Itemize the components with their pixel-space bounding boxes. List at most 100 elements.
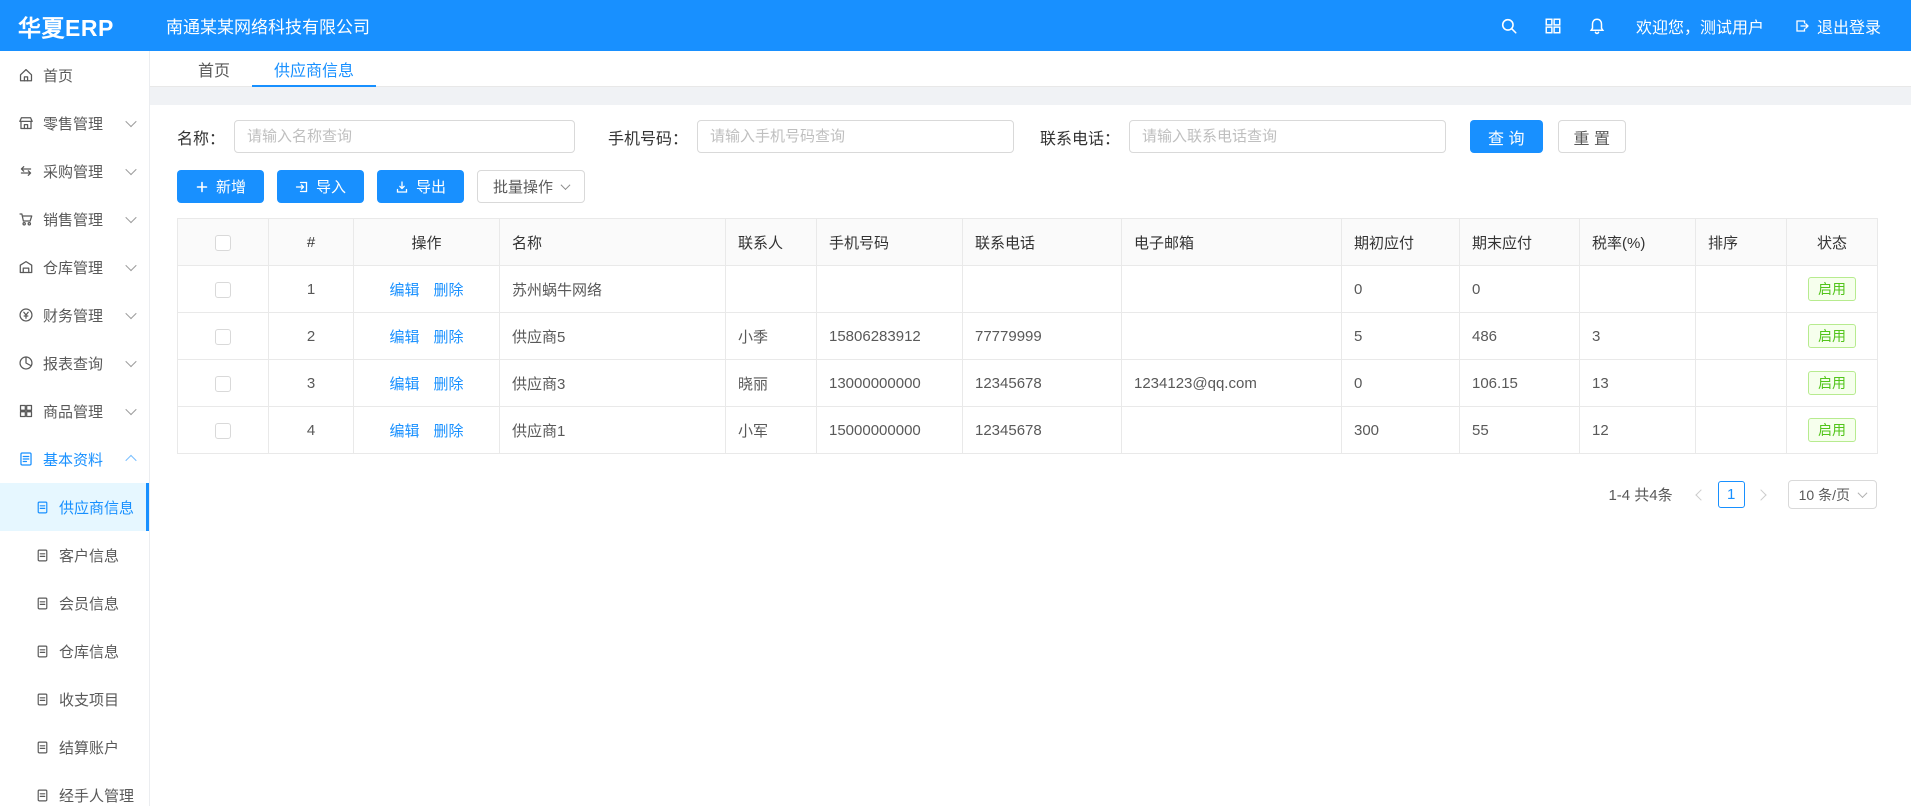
cell-tel: 77779999 (963, 313, 1122, 360)
sidebar-item[interactable]: 商品管理 (0, 387, 149, 435)
next-page-button[interactable] (1750, 482, 1776, 508)
sidebar-subitem-label: 供应商信息 (59, 497, 139, 518)
pagination-total: 1-4 共4条 (1608, 484, 1672, 505)
sidebar-item-label: 采购管理 (43, 161, 127, 182)
delete-link[interactable]: 删除 (434, 329, 464, 346)
sidebar-item-label: 财务管理 (43, 305, 127, 326)
column-header-begin-payable: 期初应付 (1342, 219, 1460, 266)
prev-page-button[interactable] (1687, 482, 1713, 508)
cell-begin-payable: 0 (1342, 266, 1460, 313)
column-header-sort: 排序 (1696, 219, 1787, 266)
row-checkbox[interactable] (215, 376, 231, 392)
query-button[interactable]: 查 询 (1470, 120, 1542, 153)
sidebar-subitem[interactable]: 仓库信息 (0, 627, 149, 675)
cell-name: 苏州蜗牛网络 (500, 266, 726, 313)
chevron-icon (125, 116, 136, 127)
column-header-name: 名称 (500, 219, 726, 266)
sidebar-subitem[interactable]: 供应商信息 (0, 483, 149, 531)
apps-icon[interactable] (1544, 17, 1562, 35)
column-header-tel: 联系电话 (963, 219, 1122, 266)
sidebar: 首页 零售管理 采购管理 销售管理 仓库 (0, 51, 150, 806)
name-filter-input[interactable] (234, 120, 575, 153)
sidebar-subitem-label: 会员信息 (59, 593, 139, 614)
add-button[interactable]: 新增 (177, 170, 264, 203)
cell-name: 供应商5 (500, 313, 726, 360)
logout-icon (1794, 18, 1810, 34)
cell-tel (963, 266, 1122, 313)
reset-button[interactable]: 重 置 (1558, 120, 1626, 153)
edit-link[interactable]: 编辑 (389, 329, 419, 346)
cell-contact: 小季 (726, 313, 817, 360)
sidebar-item[interactable]: 首页 (0, 51, 149, 99)
sidebar-item-label: 商品管理 (43, 401, 127, 422)
table-row: 1 编辑删除 苏州蜗牛网络 0 0 (178, 266, 1878, 313)
tabbar: 首页 供应商信息 (150, 51, 1911, 87)
cell-status: 启用 (1787, 407, 1878, 454)
row-checkbox[interactable] (215, 282, 231, 298)
select-all-checkbox[interactable] (215, 235, 231, 251)
company-name: 南通某某网络科技有限公司 (166, 13, 370, 38)
sidebar-item[interactable]: 仓库管理 (0, 243, 149, 291)
row-actions: 编辑删除 (354, 407, 500, 454)
tab-label: 首页 (198, 57, 230, 81)
edit-link[interactable]: 编辑 (389, 376, 419, 393)
edit-link[interactable]: 编辑 (389, 423, 419, 440)
sidebar-item[interactable]: 销售管理 (0, 195, 149, 243)
cell-mobile: 15806283912 (817, 313, 963, 360)
sidebar-item[interactable]: 财务管理 (0, 291, 149, 339)
import-icon (295, 180, 309, 194)
cell-end-payable: 486 (1460, 313, 1580, 360)
doc-icon (35, 740, 50, 755)
delete-link[interactable]: 删除 (434, 423, 464, 440)
chevron-icon (125, 308, 136, 319)
cell-end-payable: 0 (1460, 266, 1580, 313)
column-header-actions: 操作 (354, 219, 500, 266)
row-actions: 编辑删除 (354, 360, 500, 407)
export-button[interactable]: 导出 (377, 170, 464, 203)
sidebar-subitem[interactable]: 收支项目 (0, 675, 149, 723)
sidebar-subitem[interactable]: 结算账户 (0, 723, 149, 771)
tel-filter-input[interactable] (1129, 120, 1446, 153)
cell-contact: 晓丽 (726, 360, 817, 407)
search-icon[interactable] (1500, 17, 1518, 35)
sidebar-item[interactable]: 采购管理 (0, 147, 149, 195)
import-button[interactable]: 导入 (277, 170, 364, 203)
sidebar-subitem[interactable]: 会员信息 (0, 579, 149, 627)
delete-link[interactable]: 删除 (434, 376, 464, 393)
sidebar-item[interactable]: 零售管理 (0, 99, 149, 147)
row-checkbox[interactable] (215, 423, 231, 439)
sidebar-item-label: 零售管理 (43, 113, 127, 134)
export-icon (395, 180, 409, 194)
edit-link[interactable]: 编辑 (389, 282, 419, 299)
doc-icon (35, 596, 50, 611)
sidebar-subitem-label: 收支项目 (59, 689, 139, 710)
tab-supplier-info[interactable]: 供应商信息 (252, 51, 376, 86)
chevron-left-icon (1695, 489, 1706, 500)
tab-home[interactable]: 首页 (176, 51, 252, 86)
logout-button[interactable]: 退出登录 (1794, 14, 1881, 38)
batch-operations-button[interactable]: 批量操作 (477, 170, 585, 203)
sidebar-subitem[interactable]: 客户信息 (0, 531, 149, 579)
row-checkbox[interactable] (215, 329, 231, 345)
sidebar-subitem-label: 经手人管理 (59, 785, 139, 806)
column-header-index: # (269, 219, 354, 266)
mobile-filter-input[interactable] (697, 120, 1014, 153)
chevron-right-icon (1755, 489, 1766, 500)
page-size-select[interactable]: 10 条/页 (1788, 480, 1877, 509)
mobile-filter-label: 手机号码： (608, 125, 688, 149)
bell-icon[interactable] (1588, 17, 1606, 35)
pagination: 1-4 共4条 1 10 条/页 (177, 480, 1877, 509)
cell-email: 1234123@qq.com (1122, 360, 1342, 407)
sidebar-item[interactable]: 基本资料 (0, 435, 149, 483)
cell-contact: 小军 (726, 407, 817, 454)
cell-status: 启用 (1787, 313, 1878, 360)
cell-sort (1696, 266, 1787, 313)
row-index: 3 (269, 360, 354, 407)
goods-icon (18, 403, 34, 419)
page-number-button[interactable]: 1 (1718, 481, 1745, 508)
cell-mobile: 15000000000 (817, 407, 963, 454)
sidebar-subitem[interactable]: 经手人管理 (0, 771, 149, 806)
delete-link[interactable]: 删除 (434, 282, 464, 299)
status-badge: 启用 (1808, 371, 1856, 395)
sidebar-item[interactable]: 报表查询 (0, 339, 149, 387)
